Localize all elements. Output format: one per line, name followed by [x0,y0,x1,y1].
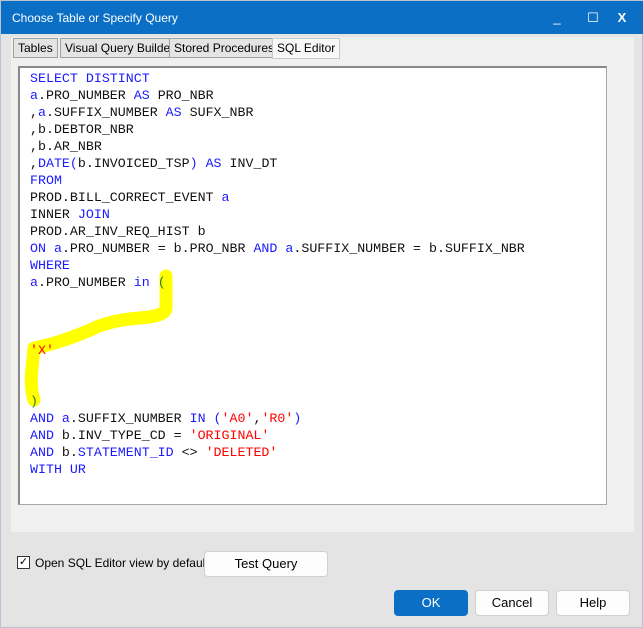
code-line: ) [30,393,525,410]
code-line: WHERE [30,257,525,274]
code-line: ,DATE(b.INVOICED_TSP) AS INV_DT [30,155,525,172]
tab-sql-editor[interactable]: SQL Editor [272,38,341,59]
tab-tables[interactable]: Tables [13,38,58,58]
code-token: .PRO_NUMBER [37,275,134,290]
maximize-button[interactable]: ☐ [580,7,606,29]
code-token: ) [293,411,302,426]
minimize-button[interactable]: _ [544,7,570,29]
code-token: .PRO_NUMBER [37,88,134,103]
code-line: AND b.INV_TYPE_CD = 'ORIGINAL' [30,427,525,444]
code-token: ,b.AR_NBR [30,139,102,154]
code-token: ( [157,275,166,290]
close-button[interactable]: X [609,7,635,29]
code-token: SELECT DISTINCT [30,71,150,86]
code-token: 'X' [30,343,54,358]
code-token: ( [205,411,222,426]
code-token: 'ORIGINAL' [189,428,270,443]
code-line: ,b.AR_NBR [30,138,525,155]
code-token: .SUFFIX_NUMBER [45,105,166,120]
code-token: .SUFFIX_NUMBER [69,411,190,426]
sql-code: SELECT DISTINCT a.PRO_NUMBER AS PRO_NBR ,a… [30,70,525,478]
code-token: a [53,241,62,256]
code-line: WITH UR [30,461,525,478]
code-token: a [61,411,70,426]
code-line: 'X' [30,342,525,359]
code-token: 'DELETED' [205,445,278,460]
code-token: PRO_NBR [149,88,214,103]
code-line: PROD.AR_INV_REQ_HIST b [30,223,525,240]
code-token: WITH UR [30,462,86,477]
code-line: PROD.BILL_CORRECT_EVENT a [30,189,525,206]
code-token: DATE [37,156,70,171]
code-token: 'A0' [221,411,254,426]
code-token: JOIN [77,207,110,222]
open-sql-editor-label: Open SQL Editor view by default [35,556,209,570]
tab-visual-query-builder[interactable]: Visual Query Builder [60,38,180,58]
code-token: FROM [30,173,62,188]
code-token: AND [253,241,286,256]
code-line: FROM [30,172,525,189]
cancel-button[interactable]: Cancel [475,590,549,616]
code-token: AND [30,411,62,426]
code-token: a [221,190,230,205]
code-token: a [37,105,46,120]
code-token: AS [205,156,222,171]
sql-editor[interactable]: SELECT DISTINCT a.PRO_NUMBER AS PRO_NBR ,a… [18,66,607,505]
code-line: a.PRO_NUMBER AS PRO_NBR [30,87,525,104]
code-token: WHERE [30,258,70,273]
code-token: AS [133,88,150,103]
code-token: ON [30,241,54,256]
code-line: ,a.SUFFIX_NUMBER AS SUFX_NBR [30,104,525,121]
code-token: in [133,275,150,290]
test-query-button[interactable]: Test Query [204,551,328,577]
code-line: AND b.STATEMENT_ID <> 'DELETED' [30,444,525,461]
code-token: SUFX_NBR [181,105,254,120]
code-token: IN [189,411,206,426]
code-token: ) [189,156,198,171]
code-token: PROD.AR_INV_REQ_HIST b [30,224,206,239]
code-token: ( [69,156,78,171]
code-token: a [30,275,38,290]
ok-button[interactable]: OK [394,590,468,616]
code-token: , [30,105,38,120]
code-token: ,b.DEBTOR_NBR [30,122,134,137]
code-token: AS [165,105,182,120]
tab-stored-procedures[interactable]: Stored Procedures [169,38,280,58]
code-line: a.PRO_NUMBER in ( [30,274,525,291]
code-token: b. [61,445,78,460]
window-title: Choose Table or Specify Query [12,11,178,25]
code-token: .PRO_NUMBER = b.PRO_NBR [61,241,254,256]
code-token: 'R0' [261,411,294,426]
code-line: ON a.PRO_NUMBER = b.PRO_NBR AND a.SUFFIX… [30,240,525,257]
code-token: b.INVOICED_TSP [77,156,190,171]
help-button[interactable]: Help [556,590,630,616]
open-sql-editor-checkbox[interactable]: ✓ [17,556,30,569]
code-token: PROD.BILL_CORRECT_EVENT [30,190,222,205]
code-token: STATEMENT_ID [77,445,174,460]
code-line: AND a.SUFFIX_NUMBER IN ('A0','R0') [30,410,525,427]
code-line: ,b.DEBTOR_NBR [30,121,525,138]
code-token: INNER [30,207,78,222]
code-token: <> [173,445,206,460]
code-line: INNER JOIN [30,206,525,223]
code-token: AND [30,428,62,443]
code-token: , [30,156,38,171]
code-token: .SUFFIX_NUMBER = b.SUFFIX_NBR [293,241,525,256]
code-line: SELECT DISTINCT [30,70,525,87]
code-token: ) [30,394,38,409]
title-bar: Choose Table or Specify Query _ ☐ X [1,1,643,34]
code-token: a [30,88,38,103]
code-token: AND [30,445,62,460]
code-token: INV_DT [221,156,278,171]
code-token: b.INV_TYPE_CD = [61,428,190,443]
